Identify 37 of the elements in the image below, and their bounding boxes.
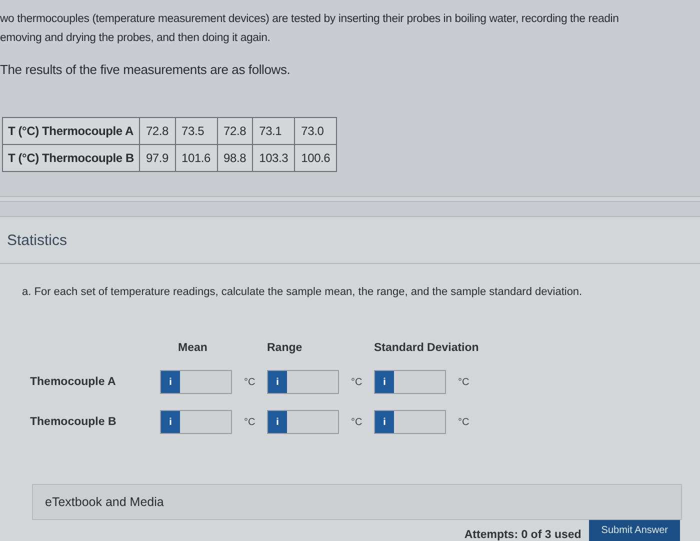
section-title: Statistics [0,217,700,264]
intro-text: wo thermocouples (temperature measurement devices) are tested by inserting their probes in boiling water, recording the readin [0,12,620,27]
question-text: a. For each set of temperature readings, calculate the sample mean, the range, and the sample standard deviation. [22,286,584,298]
attempts-text: Attempts: 0 of 3 used [464,529,582,541]
table-cell: 73.5 [175,118,218,144]
unit-label: °C [351,376,362,388]
answer-field[interactable]: i [374,370,446,394]
table-cell: 100.6 [294,144,337,172]
table-cell: 73.1 [252,118,295,144]
table-cell: 101.6 [175,144,218,172]
answer-field[interactable]: i [267,410,339,434]
answer-field[interactable]: i [160,370,232,394]
row-header: T (°C) Thermocouple B [2,144,140,172]
row-header: T (°C) Thermocouple A [2,118,140,144]
submit-button[interactable]: Submit Answer [589,520,680,541]
results-text: The results of the five measurements are as follows. [0,62,292,77]
answer-field[interactable]: i [160,410,232,434]
row-label: Themocouple A [30,376,117,388]
column-header: Range [267,342,304,354]
table-cell: 72.8 [139,118,175,144]
unit-label: °C [351,416,362,428]
answer-field[interactable]: i [374,410,446,434]
unit-label: °C [244,376,256,388]
table-cell: 103.3 [252,144,295,172]
table-cell: 73.0 [294,118,337,144]
table-cell: 97.9 [139,144,175,172]
unit-label: °C [458,416,470,428]
answer-field[interactable]: i [267,370,339,394]
table-cell: 98.8 [217,144,253,172]
column-header: Standard Deviation [374,342,480,354]
table-cell: 72.8 [217,118,253,144]
row-label: Themocouple B [30,416,118,428]
intro-text: emoving and drying the probes, and then doing it again. [0,31,272,46]
etextbook-bar[interactable]: eTextbook and Media [32,484,682,520]
unit-label: °C [458,376,470,388]
column-header: Mean [177,342,208,354]
unit-label: °C [244,416,256,428]
